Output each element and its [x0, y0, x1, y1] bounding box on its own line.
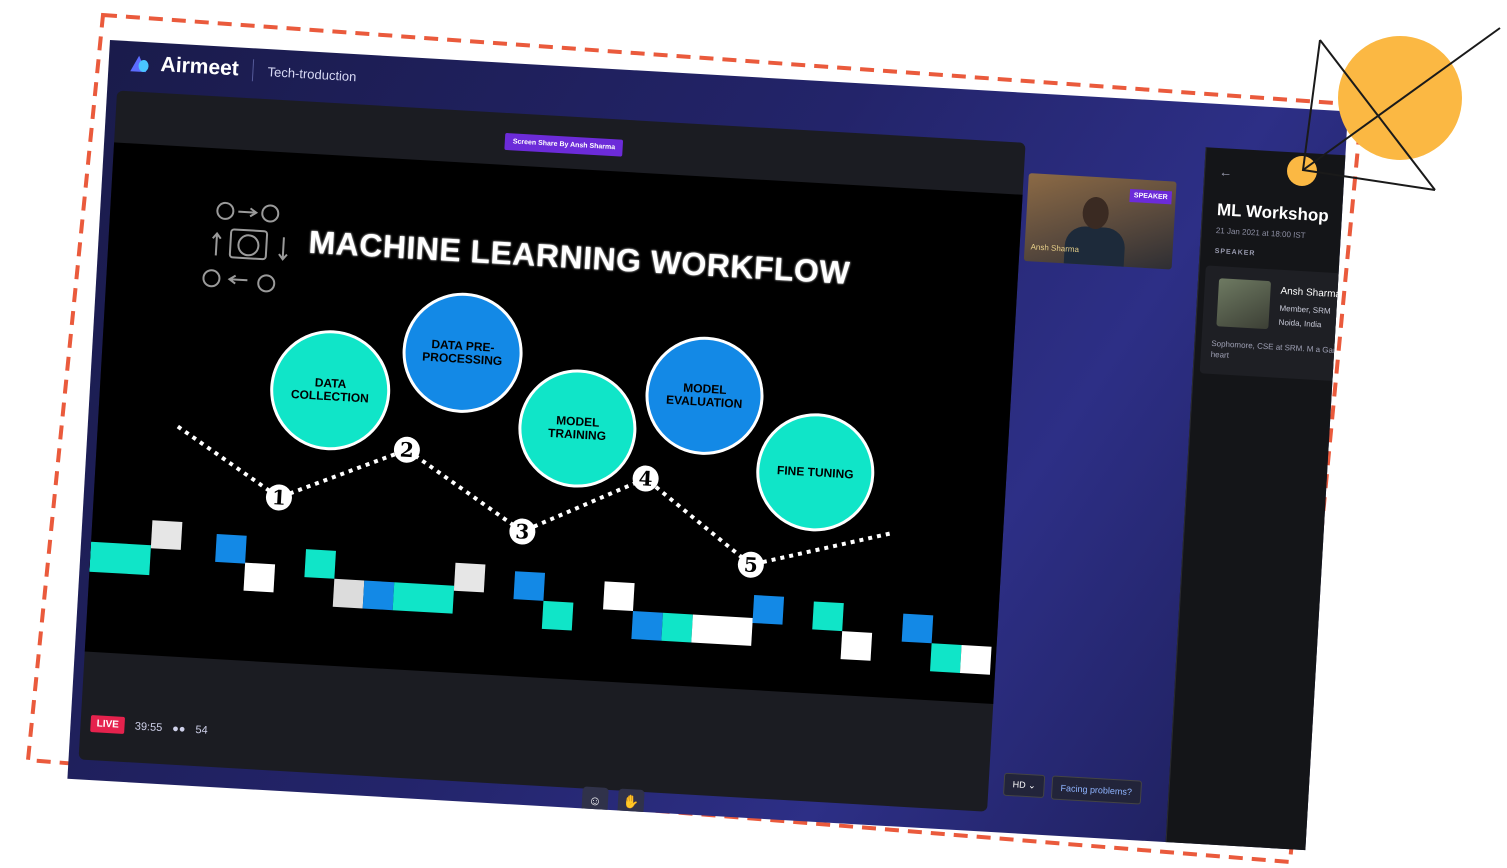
airmeet-logo: Airmeet: [130, 51, 239, 81]
screen-share-badge: Screen Share By Ansh Sharma: [504, 132, 624, 157]
attendee-count: 54: [195, 723, 209, 737]
shared-slide: MACHINE LEARNING WORKFLOW DATA COLLECTIO…: [84, 142, 1023, 704]
session-date: 21 Jan 2021 at 18:00 IST: [1215, 225, 1306, 241]
smiley-icon[interactable]: ☺: [581, 786, 609, 814]
airmeet-logo-icon: [130, 53, 153, 74]
back-arrow-icon[interactable]: ←: [1219, 164, 1233, 180]
event-name: Tech-troduction: [267, 63, 357, 84]
hd-label: HD: [1012, 779, 1026, 790]
speaker-location: Noida, India: [1278, 317, 1322, 330]
speaker-tile-name: Ansh Sharma: [1030, 242, 1080, 255]
speaker-tag: SPEAKER: [1129, 188, 1173, 205]
live-badge: LIVE: [90, 715, 126, 734]
speaker-card[interactable]: Ansh Sharma Member, SRM Noida, India Sop…: [1199, 265, 1348, 382]
session-title: ML Workshop: [1216, 200, 1330, 226]
facing-problems-button[interactable]: Facing problems?: [1050, 775, 1142, 805]
speaker-role: Member, SRM: [1279, 303, 1331, 316]
speaker-video-tile[interactable]: SPEAKER Ansh Sharma: [1023, 173, 1177, 270]
brand-name: Airmeet: [160, 52, 240, 81]
stage-area: Screen Share By Ansh Sharma MACHINE LEAR…: [78, 90, 1026, 816]
session-timer: 39:55: [134, 720, 163, 734]
speaker-bio: Sophomore, CSE at SRM. M a Gamer by hear…: [1210, 338, 1348, 360]
attendees-icon: ●●: [171, 722, 186, 735]
hd-quality-button[interactable]: HD ⌄: [1002, 772, 1046, 799]
divider: [252, 59, 255, 82]
workflow-gears-icon: [202, 201, 288, 293]
reaction-bar: ☺ ✋: [581, 786, 645, 816]
annotation-circle: [1338, 36, 1462, 160]
airmeet-window: Airmeet Tech-troduction Screen Share By …: [67, 40, 1348, 851]
avatar: [1216, 278, 1272, 330]
speaker-face: [1081, 196, 1110, 230]
status-bar: LIVE 39:55 ●● 54: [90, 715, 208, 739]
speaker-section-label: SPEAKER: [1214, 247, 1256, 258]
session-side-panel: ← ML Workshop 21 Jan 2021 at 18:00 IST S…: [1165, 147, 1348, 851]
hand-icon[interactable]: ✋: [617, 788, 645, 816]
screenshot-stage: Airmeet Tech-troduction Screen Share By …: [0, 0, 1507, 868]
speaker-name: Ansh Sharma: [1280, 285, 1342, 301]
